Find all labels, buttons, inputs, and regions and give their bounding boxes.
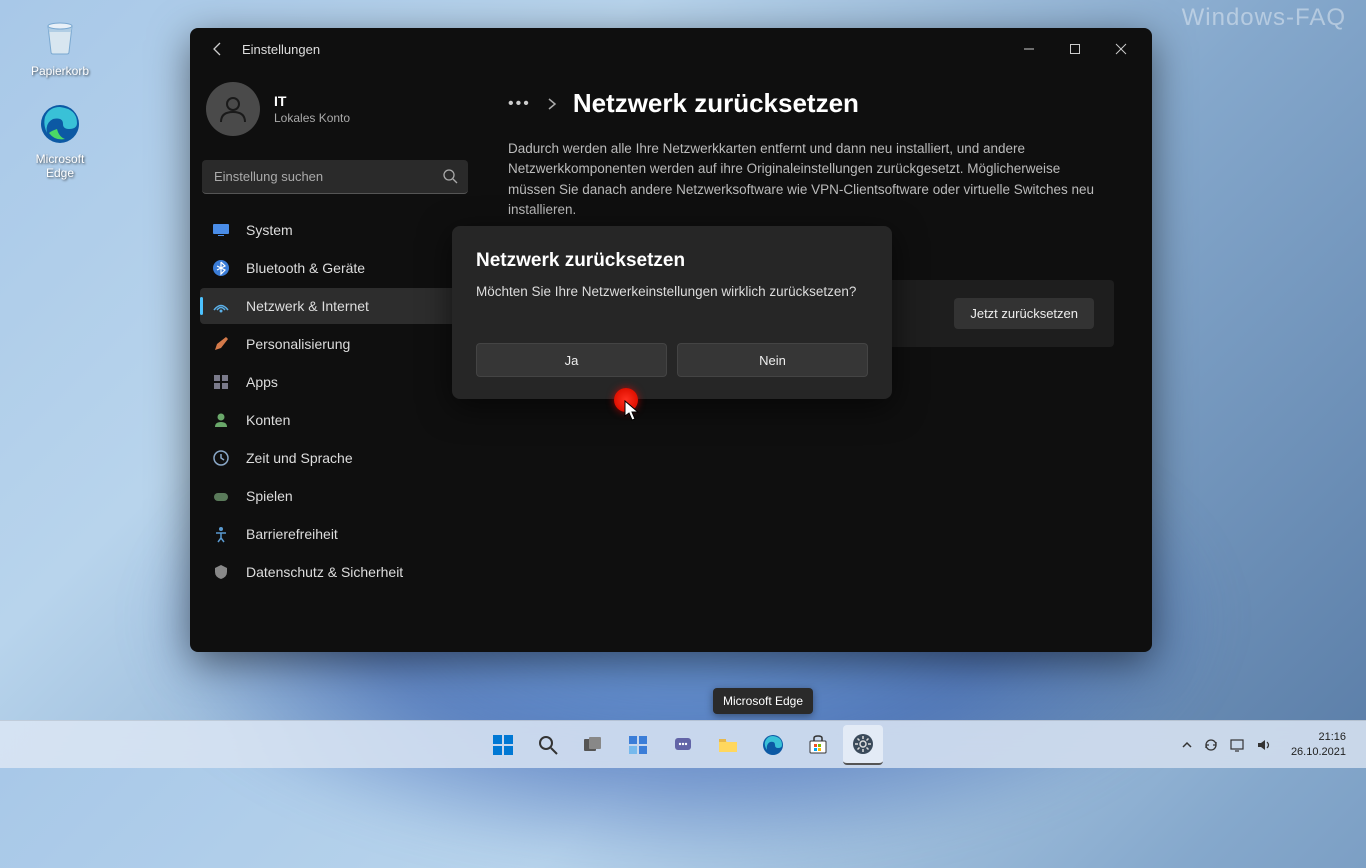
chevron-right-icon [545,97,559,111]
breadcrumb-dots[interactable]: ••• [508,95,531,113]
confirm-dialog: Netzwerk zurücksetzen Möchten Sie Ihre N… [452,226,892,399]
watermark-text: Windows-FAQ [1182,4,1346,32]
recycle-bin-icon [36,12,84,60]
sidebar-item-personalization[interactable]: Personalisierung [200,326,470,362]
start-button[interactable] [483,725,523,765]
chat-button[interactable] [663,725,703,765]
privacy-icon [212,563,230,581]
page-title: Netzwerk zurücksetzen [573,88,859,119]
search-box [202,160,468,194]
nav: System Bluetooth & Geräte Netzwerk & Int… [200,212,470,590]
sidebar-item-gaming[interactable]: Spielen [200,478,470,514]
personalization-icon [212,335,230,353]
sidebar-item-label: Spielen [246,488,293,504]
sidebar-item-label: Netzwerk & Internet [246,298,369,314]
search-taskbar-button[interactable] [528,725,568,765]
taskbar-tooltip: Microsoft Edge [713,688,813,714]
apps-icon [212,373,230,391]
accounts-icon [212,411,230,429]
sidebar-item-label: Bluetooth & Geräte [246,260,365,276]
edge-desktop-icon[interactable]: Microsoft Edge [22,100,98,180]
recycle-bin-label: Papierkorb [22,64,98,78]
reset-now-button[interactable]: Jetzt zurücksetzen [954,298,1094,329]
sidebar-item-system[interactable]: System [200,212,470,248]
sync-icon[interactable] [1203,737,1219,753]
sidebar-item-accounts[interactable]: Konten [200,402,470,438]
dialog-yes-button[interactable]: Ja [476,343,667,377]
time-icon [212,449,230,467]
user-block[interactable]: IT Lokales Konto [200,74,470,154]
sidebar-item-bluetooth[interactable]: Bluetooth & Geräte [200,250,470,286]
task-view-button[interactable] [573,725,613,765]
clock[interactable]: 21:16 26.10.2021 [1283,730,1354,759]
settings-taskbar-button[interactable] [843,725,883,765]
sidebar-item-label: Apps [246,374,278,390]
sidebar-item-label: Konten [246,412,290,428]
sidebar-item-accessibility[interactable]: Barrierefreiheit [200,516,470,552]
store-button[interactable] [798,725,838,765]
dialog-message: Möchten Sie Ihre Netzwerkeinstellungen w… [476,284,868,299]
network-tray-icon[interactable] [1229,737,1245,753]
user-subtitle: Lokales Konto [274,111,350,125]
sidebar-item-label: Zeit und Sprache [246,450,353,466]
minimize-button[interactable] [1006,33,1052,65]
taskbar: 21:16 26.10.2021 [0,720,1366,768]
gaming-icon [212,487,230,505]
maximize-button[interactable] [1052,33,1098,65]
edge-label: Microsoft Edge [22,152,98,180]
edge-icon [36,100,84,148]
back-button[interactable] [204,35,232,63]
tray-date: 26.10.2021 [1291,745,1346,759]
accessibility-icon [212,525,230,543]
search-icon [442,168,458,184]
network-icon [212,297,230,315]
dialog-title: Netzwerk zurücksetzen [476,250,868,272]
tray-time: 21:16 [1291,730,1346,744]
sidebar-item-label: Datenschutz & Sicherheit [246,564,403,580]
sidebar-item-label: Personalisierung [246,336,350,352]
system-icon [212,221,230,239]
file-explorer-button[interactable] [708,725,748,765]
page-description: Dadurch werden alle Ihre Netzwerkkarten … [508,139,1108,220]
sidebar-item-label: System [246,222,293,238]
sidebar-item-apps[interactable]: Apps [200,364,470,400]
system-tray[interactable] [1173,737,1279,753]
sidebar-item-network[interactable]: Netzwerk & Internet [200,288,470,324]
dialog-no-button[interactable]: Nein [677,343,868,377]
volume-icon[interactable] [1255,737,1271,753]
close-button[interactable] [1098,33,1144,65]
titlebar: Einstellungen [190,28,1152,70]
window-title: Einstellungen [242,42,320,57]
sidebar: IT Lokales Konto System Bluetooth & Gerä… [190,70,480,652]
avatar [206,82,260,136]
sidebar-item-privacy[interactable]: Datenschutz & Sicherheit [200,554,470,590]
bluetooth-icon [212,259,230,277]
sidebar-item-time-language[interactable]: Zeit und Sprache [200,440,470,476]
recycle-bin-desktop-icon[interactable]: Papierkorb [22,12,98,78]
search-input[interactable] [202,160,468,194]
breadcrumb: ••• Netzwerk zurücksetzen [508,88,1114,119]
user-name: IT [274,93,350,109]
sidebar-item-label: Barrierefreiheit [246,526,338,542]
widgets-button[interactable] [618,725,658,765]
cursor-icon [624,400,642,422]
edge-taskbar-button[interactable] [753,725,793,765]
tray-chevron-icon[interactable] [1181,739,1193,751]
